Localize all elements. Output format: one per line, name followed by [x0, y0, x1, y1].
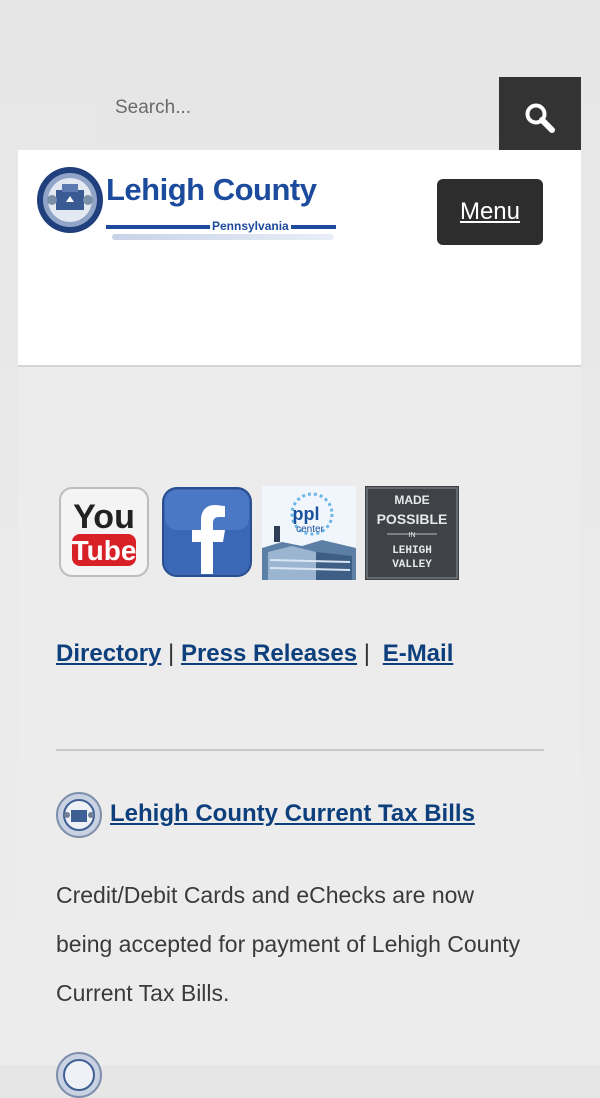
svg-text:center: center: [296, 524, 324, 535]
directory-link[interactable]: Directory: [56, 640, 161, 667]
site-logo[interactable]: Lehigh County Pennsylvania: [36, 166, 342, 240]
news-body: Credit/Debit Cards and eChecks are now b…: [56, 882, 521, 1006]
svg-text:IN: IN: [409, 532, 416, 539]
news-title-link[interactable]: Lehigh County Current Tax Bills: [110, 800, 475, 828]
quick-links: Directory | Press Releases | E-Mail: [56, 640, 453, 668]
made-possible-icon: MADE POSSIBLE IN LEHIGH VALLEY: [365, 486, 459, 580]
facebook-link[interactable]: [161, 486, 255, 580]
svg-text:MADE: MADE: [394, 493, 429, 507]
section-divider: [56, 749, 544, 751]
svg-text:VALLEY: VALLEY: [392, 559, 432, 571]
search-input[interactable]: [95, 77, 499, 139]
ppl-center-icon: ppl center: [262, 486, 356, 580]
youtube-icon: You Tube: [59, 487, 149, 577]
search-button[interactable]: [499, 77, 581, 159]
youtube-link[interactable]: You Tube: [58, 486, 152, 580]
svg-text:Tube: Tube: [72, 535, 137, 566]
made-possible-link[interactable]: MADE POSSIBLE IN LEHIGH VALLEY: [365, 486, 459, 580]
press-releases-link[interactable]: Press Releases: [181, 640, 357, 667]
link-separator: |: [168, 640, 175, 667]
search-bar: [95, 77, 581, 159]
main-content: You Tube ppl center MADE POSSIBLE IN LEH…: [18, 367, 581, 1098]
county-seal-icon: [37, 167, 103, 233]
ppl-center-link[interactable]: ppl center: [262, 486, 356, 580]
svg-text:LEHIGH: LEHIGH: [392, 545, 432, 557]
svg-text:ppl: ppl: [293, 504, 320, 524]
email-link[interactable]: E-Mail: [383, 640, 454, 667]
svg-text:You: You: [73, 498, 135, 536]
county-seal-icon: [56, 1052, 102, 1098]
county-seal-icon: [56, 792, 102, 838]
logo-subtitle: Pennsylvania: [210, 219, 291, 233]
link-separator: |: [363, 640, 371, 667]
facebook-icon: [162, 487, 252, 577]
menu-button[interactable]: Menu: [437, 179, 543, 245]
logo-reflection: [112, 234, 334, 240]
svg-text:POSSIBLE: POSSIBLE: [377, 511, 448, 527]
logo-title: Lehigh County: [106, 172, 317, 207]
search-icon: [525, 103, 555, 133]
site-header: Lehigh County Pennsylvania Menu: [18, 150, 581, 367]
